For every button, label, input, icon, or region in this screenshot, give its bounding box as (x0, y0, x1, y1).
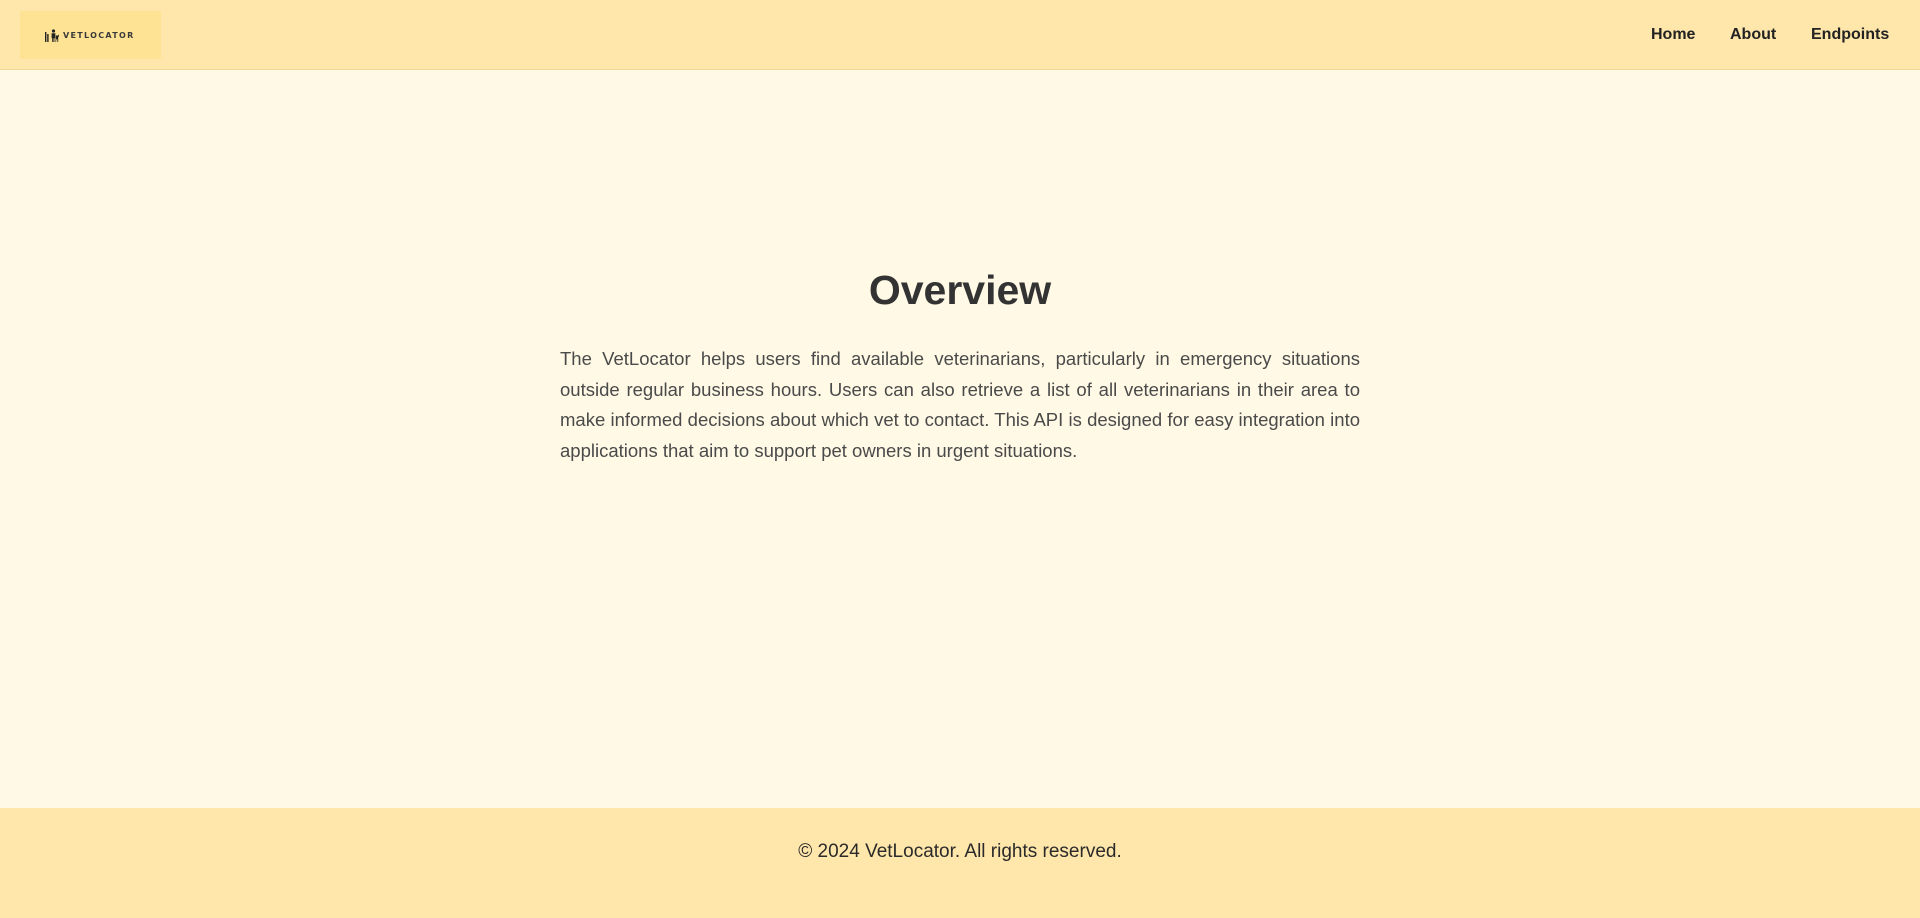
top-navbar: VETLOCATOR Home About Endpoints (0, 0, 1920, 70)
nav-home-link[interactable]: Home (1651, 26, 1695, 44)
logo: VETLOCATOR (44, 29, 135, 42)
logo-text: VETLOCATOR (63, 31, 135, 40)
footer (0, 808, 1920, 918)
logo-link[interactable]: VETLOCATOR (20, 11, 161, 59)
page-title: Overview (868, 267, 1052, 313)
overview-description: The VetLocator helps users find availabl… (560, 348, 1360, 461)
vet-with-dog-icon (45, 29, 59, 42)
nav-about-link[interactable]: About (1730, 26, 1776, 44)
footer-copyright: © 2024 VetLocator. All rights reserved. (798, 841, 1122, 862)
nav-endpoints-link[interactable]: Endpoints (1811, 26, 1889, 44)
